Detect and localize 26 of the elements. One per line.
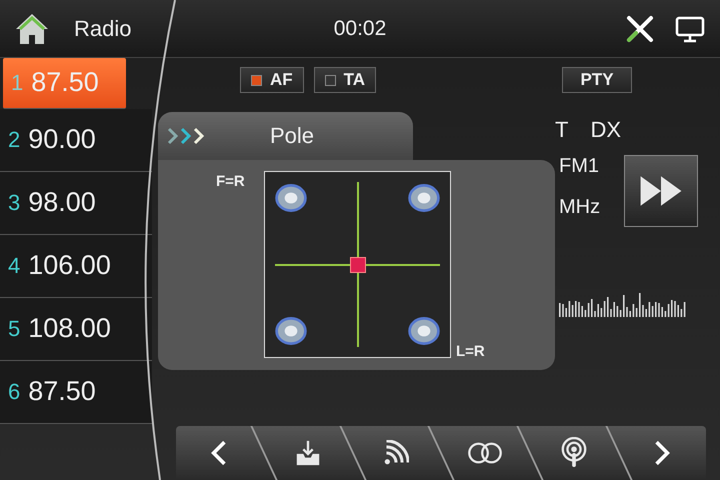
- toggle-button[interactable]: AF: [240, 67, 304, 93]
- chevron-right-icon: [654, 439, 672, 467]
- preset-item[interactable]: 3 98.00: [0, 172, 152, 235]
- screen-title: Radio: [74, 16, 132, 42]
- status-indicator: T: [555, 117, 568, 143]
- clock: 00:02: [334, 16, 386, 40]
- preset-item[interactable]: 6 87.50: [0, 360, 152, 424]
- podcast-icon: [560, 437, 588, 469]
- unit-label: MHz: [559, 196, 600, 219]
- left-right-label: L=R: [456, 343, 485, 360]
- toggle-button[interactable]: TA: [314, 67, 376, 93]
- chevron-left-icon: [210, 439, 228, 467]
- balance-handle[interactable]: [350, 257, 366, 273]
- stereo-circles-icon: [466, 441, 504, 465]
- band-label: FM1: [559, 155, 600, 178]
- front-rear-label: F=R: [216, 173, 245, 190]
- preset-item[interactable]: 2 90.00: [0, 108, 152, 172]
- preset-item[interactable]: 5 108.00: [0, 298, 152, 361]
- pty-button[interactable]: PTY: [562, 67, 632, 93]
- balance-pad[interactable]: [264, 171, 451, 358]
- preset-item[interactable]: 4 106.00: [0, 234, 152, 298]
- panel-title: Pole: [270, 123, 314, 149]
- download-tray-icon: [294, 439, 322, 467]
- status-indicator: DX: [590, 117, 622, 143]
- signal-waves-icon: [384, 440, 410, 466]
- fast-forward-button[interactable]: [624, 155, 698, 227]
